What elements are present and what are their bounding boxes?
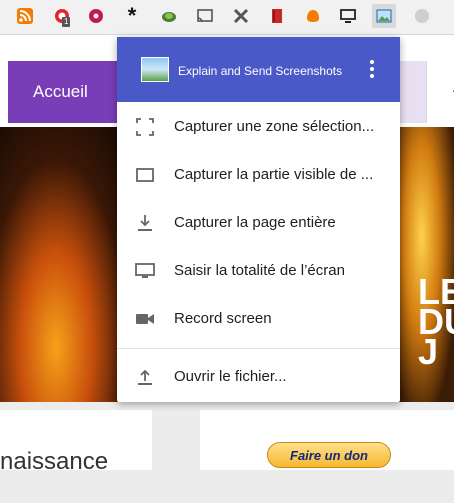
- selection-icon: [136, 118, 154, 136]
- menu-item-record-screen[interactable]: Record screen: [117, 295, 400, 343]
- hero-text: LE DU J: [418, 271, 454, 372]
- popup-header: Explain and Send Screenshots: [117, 37, 400, 102]
- menu-divider: [117, 348, 400, 349]
- turtle-icon[interactable]: [159, 6, 179, 26]
- menu-item-capture-screen[interactable]: Saisir la totalité de l’écran: [117, 247, 400, 295]
- menu-item-label: Capturer une zone sélection...: [174, 118, 375, 135]
- menu-item-label: Ouvrir le fichier...: [174, 368, 287, 385]
- notification-badge: 1: [62, 17, 71, 27]
- menu-item-capture-visible[interactable]: Capturer la partie visible de ...: [117, 151, 400, 199]
- menu-item-open-file[interactable]: Ouvrir le fichier...: [117, 353, 400, 401]
- download-icon: [138, 215, 152, 231]
- more-options-icon[interactable]: [365, 57, 379, 83]
- rectangle-icon: [136, 168, 154, 182]
- popup-title: Explain and Send Screenshots: [178, 64, 343, 78]
- rss-icon[interactable]: [15, 6, 35, 26]
- extension-popup-menu: Explain and Send Screenshots Capturer un…: [117, 37, 400, 402]
- tools-icon[interactable]: [231, 6, 251, 26]
- menu-item-label: Saisir la totalité de l’écran: [174, 262, 345, 279]
- menu-item-capture-page[interactable]: Capturer la page entière: [117, 199, 400, 247]
- app-logo-icon: [141, 57, 169, 82]
- nav-link-partial[interactable]: A: [426, 61, 454, 123]
- paw-icon[interactable]: [303, 6, 323, 26]
- menu-item-capture-selection[interactable]: Capturer une zone sélection...: [117, 103, 400, 151]
- opera-icon[interactable]: 1: [52, 6, 72, 27]
- book-icon[interactable]: [267, 6, 287, 26]
- donut-icon[interactable]: [86, 6, 106, 26]
- section-heading: naissance: [0, 448, 109, 475]
- menu-item-label: Capturer la page entière: [174, 214, 336, 231]
- asterisk-icon[interactable]: *: [122, 5, 142, 27]
- menu-item-label: Capturer la partie visible de ...: [174, 166, 374, 183]
- upload-icon: [138, 369, 152, 385]
- grey-circle-icon[interactable]: [412, 6, 432, 26]
- menu-item-label: Record screen: [174, 310, 272, 327]
- browser-toolbar: 1 *: [0, 0, 454, 35]
- desktop-icon: [135, 263, 155, 278]
- screenshot-icon[interactable]: [372, 4, 396, 28]
- video-camera-icon: [136, 314, 154, 324]
- cast-icon[interactable]: [195, 6, 215, 26]
- donate-button[interactable]: Faire un don: [267, 442, 391, 468]
- monitor-icon[interactable]: [338, 6, 358, 26]
- nav-home-link[interactable]: Accueil: [8, 61, 126, 123]
